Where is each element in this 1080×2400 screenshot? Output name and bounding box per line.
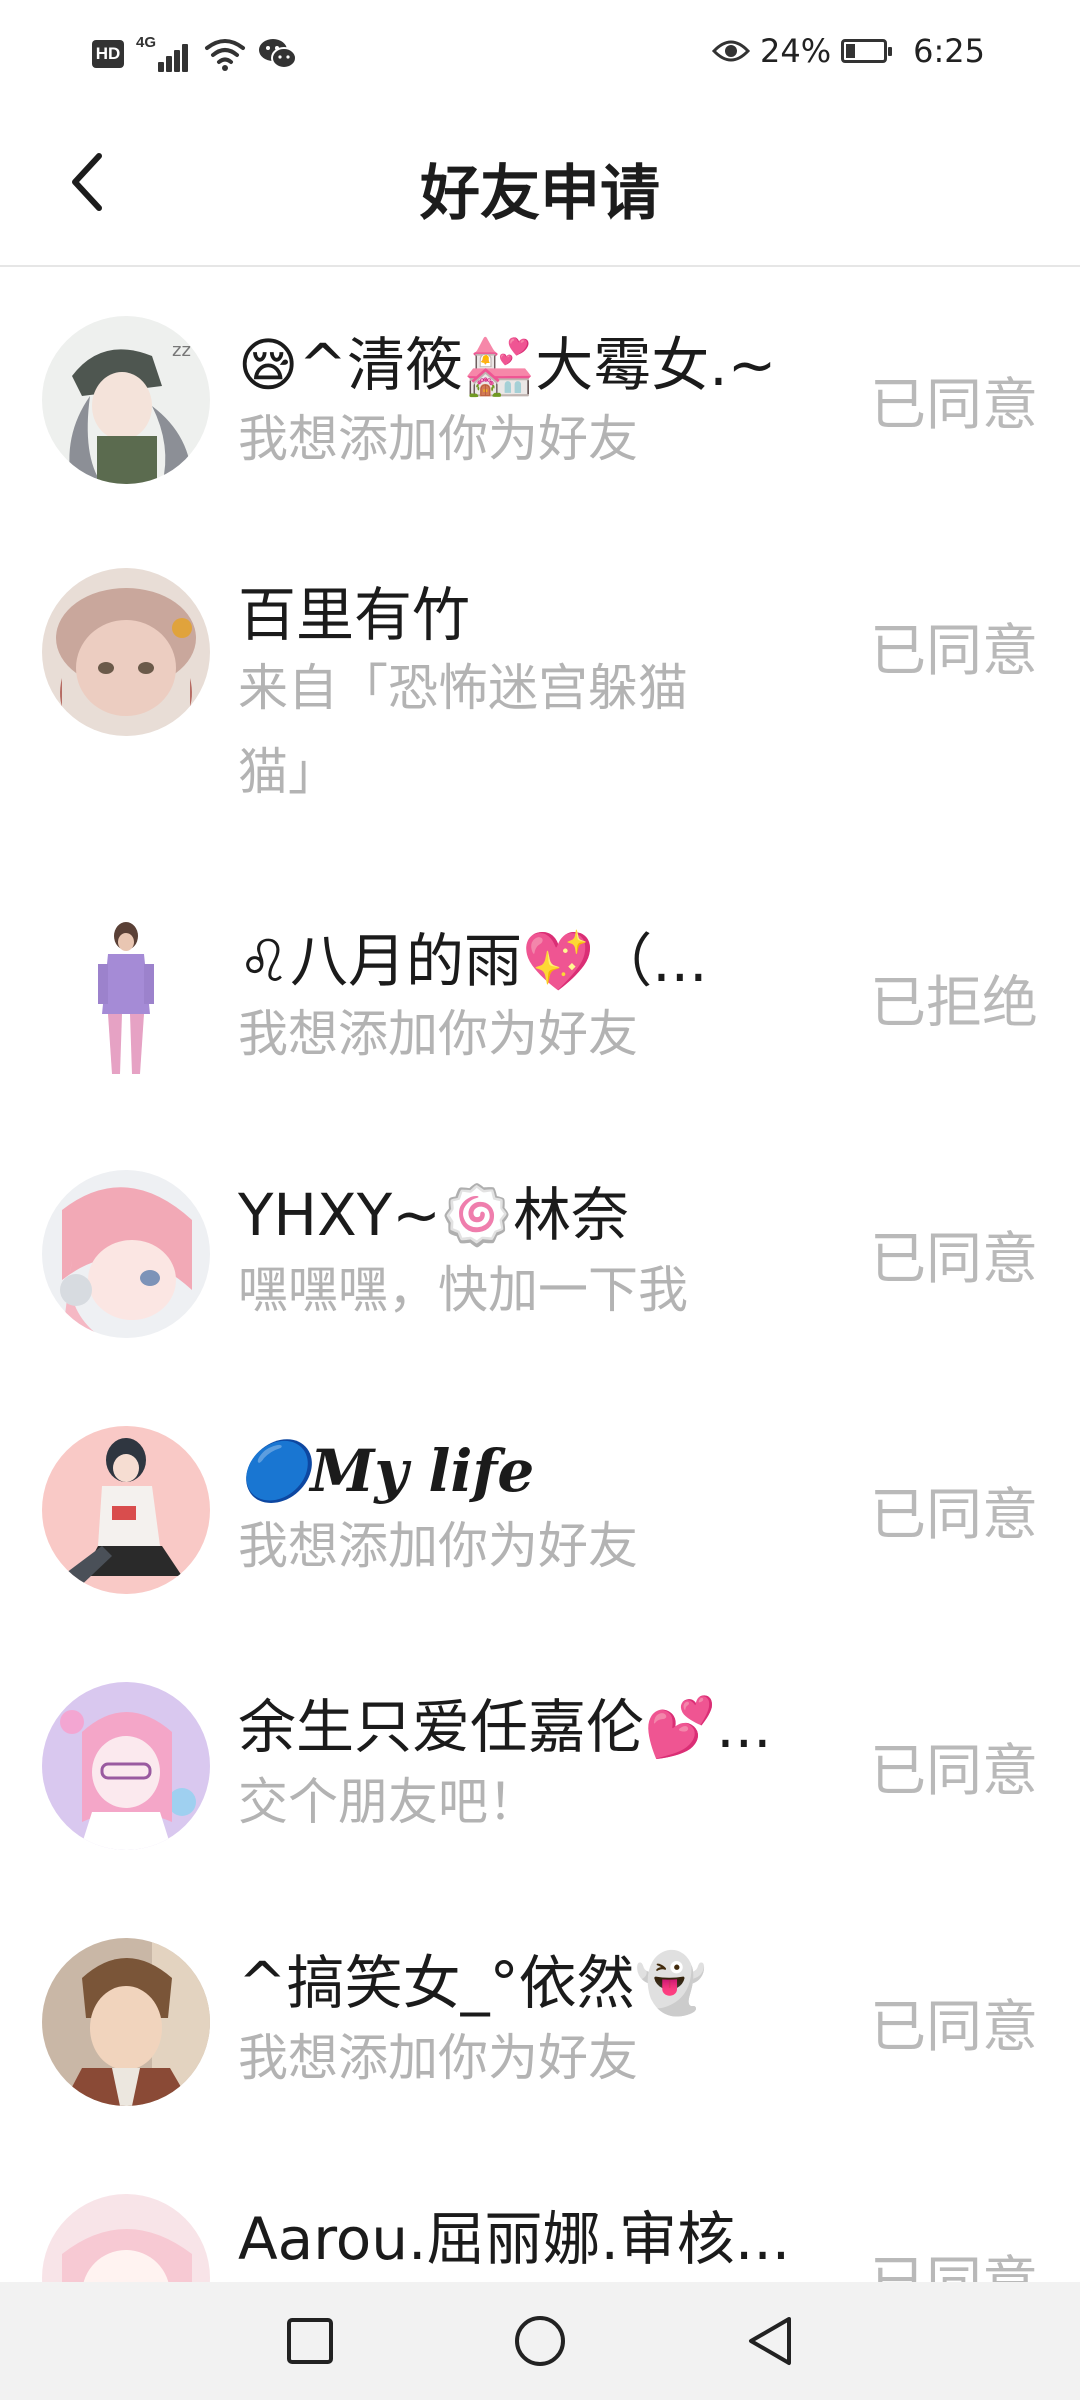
status-bar-right: 24% 6:25 (712, 32, 985, 70)
avatar[interactable] (42, 1170, 210, 1338)
avatar[interactable] (42, 1426, 210, 1594)
hd-icon: HD (92, 40, 124, 68)
avatar[interactable]: zz (42, 316, 210, 484)
request-name: Aarou.屈丽娜.审核... (238, 2205, 791, 2273)
battery-icon (841, 39, 893, 63)
request-message: 嘿嘿嘿，快加一下我 (238, 1261, 688, 1319)
back-nav-button[interactable] (735, 2306, 805, 2376)
request-status: 已拒绝 (870, 971, 1038, 1036)
svg-text:zz: zz (172, 340, 191, 361)
avatar[interactable] (42, 1682, 210, 1850)
home-icon (515, 2316, 565, 2366)
network-type-label: 4G (136, 34, 157, 51)
system-nav-bar (0, 2282, 1080, 2400)
request-message: 我想添加你为好友 (238, 2029, 638, 2087)
avatar[interactable] (42, 914, 210, 1082)
battery-percent: 24% (760, 32, 832, 70)
request-name: 余生只爱任嘉伦💕... (238, 1693, 772, 1761)
request-message: 交个朋友吧！ (238, 1773, 538, 1831)
app-header: 好友申请 (0, 105, 1080, 267)
recent-apps-icon (287, 2318, 333, 2364)
request-name: ♌八月的雨💖（... (238, 927, 708, 995)
recent-apps-button[interactable] (275, 2306, 345, 2376)
back-icon (749, 2317, 791, 2365)
eye-icon (712, 40, 751, 62)
avatar[interactable] (42, 568, 210, 736)
clock: 6:25 (913, 32, 985, 70)
request-status: 已同意 (870, 1995, 1038, 2060)
request-status: 已同意 (870, 1483, 1038, 1548)
request-name: YHXY~🍥林奈 (238, 1181, 630, 1249)
friend-request-list[interactable]: zz 😪^清筱💒大霉女.~ 我想添加你为好友 已同意 百里有竹 来自「恐怖迷宫躲… (0, 268, 1080, 2400)
request-name: 😪^清筱💒大霉女.~ (238, 331, 777, 399)
signal-icon: 4G (136, 34, 192, 74)
request-name: 🔵My life (238, 1437, 535, 1505)
request-message: 来自「恐怖迷宫躲猫猫」 (238, 659, 688, 801)
request-name: ^搞笑女_°依然👻 (238, 1949, 707, 2017)
request-status: 已同意 (870, 373, 1038, 438)
request-message: 我想添加你为好友 (238, 410, 638, 468)
friend-request-item[interactable]: 余生只爱任嘉伦💕... 交个朋友吧！ 已同意 (0, 1638, 1080, 1894)
friend-request-item[interactable]: YHXY~🍥林奈 嘿嘿嘿，快加一下我 已同意 (0, 1126, 1080, 1382)
wechat-icon (259, 39, 297, 69)
request-message: 我想添加你为好友 (238, 1005, 638, 1063)
friend-request-item[interactable]: zz 😪^清筱💒大霉女.~ 我想添加你为好友 已同意 (0, 268, 1080, 524)
friend-request-item[interactable]: 百里有竹 来自「恐怖迷宫躲猫猫」 已同意 (0, 524, 1080, 870)
avatar[interactable] (42, 1938, 210, 2106)
home-button[interactable] (505, 2306, 575, 2376)
status-bar-left: HD 4G (92, 34, 298, 74)
page-title: 好友申请 (420, 159, 660, 229)
battery-level-fill (846, 44, 856, 58)
request-status: 已同意 (870, 619, 1038, 684)
friend-request-item[interactable]: 🔵My life 我想添加你为好友 已同意 (0, 1382, 1080, 1638)
friend-request-item[interactable]: ^搞笑女_°依然👻 我想添加你为好友 已同意 (0, 1894, 1080, 2150)
friend-request-item[interactable]: ♌八月的雨💖（... 我想添加你为好友 已拒绝 (0, 870, 1080, 1126)
friend-requests-screen: HD 4G 24% 6:25 好友申请 zz 😪^清筱💒大霉女.~ 我想添加你为… (0, 0, 1080, 2400)
request-status: 已同意 (870, 1739, 1038, 1804)
request-status: 已同意 (870, 1227, 1038, 1292)
status-bar: HD 4G 24% 6:25 (0, 0, 1080, 105)
request-name: 百里有竹 (238, 581, 471, 649)
wifi-icon (205, 39, 245, 71)
request-message: 我想添加你为好友 (238, 1517, 638, 1575)
